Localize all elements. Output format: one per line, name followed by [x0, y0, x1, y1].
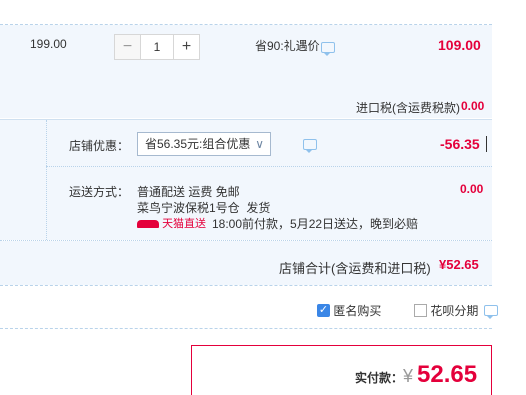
shop-total-bottom-border: [0, 285, 492, 286]
options-bottom-border: [0, 328, 492, 329]
chevron-down-icon: ∨: [255, 137, 264, 151]
shipping-value: 0.00: [460, 182, 484, 196]
shop-discount-label: 店铺优惠：: [69, 139, 130, 153]
installment-option[interactable]: 花呗分期: [414, 302, 498, 319]
message-icon[interactable]: [321, 42, 335, 56]
anonymous-purchase-option[interactable]: ✓ 匿名购买: [317, 302, 381, 319]
anonymous-checkbox[interactable]: ✓: [317, 304, 330, 317]
shop-discount-selected: 省56.35元:组合优惠: [145, 137, 251, 151]
warehouse-name: 菜鸟宁波保税1号仓: [137, 201, 240, 215]
message-icon[interactable]: [303, 139, 318, 153]
payment-amount: 52.65: [417, 361, 478, 388]
shop-total-value: ¥52.65: [439, 257, 479, 272]
quantity-stepper[interactable]: − 1 +: [114, 34, 200, 60]
shipping-label: 运送方式：: [69, 185, 130, 199]
message-icon[interactable]: [483, 305, 498, 319]
decrease-quantity-button[interactable]: −: [115, 35, 140, 59]
installment-label: 花呗分期: [430, 304, 479, 318]
tmall-direct-text: 天猫直送: [162, 218, 207, 230]
text-cursor: [486, 136, 487, 152]
shop-total-label: 店铺合计(含运费和进口税): [279, 261, 431, 276]
shop-block-left-border: [46, 120, 47, 240]
tmall-logo-icon: [137, 220, 159, 229]
shop-block-divider: [46, 166, 492, 167]
shop-discount-value: -56.35: [440, 136, 480, 152]
item-subtotal: 109.00: [438, 37, 481, 53]
installment-checkbox[interactable]: [414, 304, 427, 317]
item-discount-label: 省90:礼遇价: [255, 39, 320, 53]
delivery-promise: 18:00前付款，5月22日送达，晚到必赔: [212, 217, 419, 231]
shipping-method: 普通配送 运费 免邮: [137, 185, 240, 199]
tmall-direct-badge: 天猫直送: [137, 215, 206, 231]
payment-label: 实付款：: [355, 371, 404, 385]
unit-price: 199.00: [30, 37, 67, 51]
tax-label: 进口税(含运费税款): [356, 101, 460, 115]
warehouse-line: 菜鸟宁波保税1号仓 发货: [137, 199, 270, 216]
shop-discount-select[interactable]: 省56.35元:组合优惠 ∨: [137, 132, 271, 156]
increase-quantity-button[interactable]: +: [174, 35, 199, 59]
anonymous-label: 匿名购买: [333, 304, 382, 318]
payment-line: 实付款：¥ 52.65: [355, 361, 477, 389]
ship-label: 发货: [246, 201, 271, 215]
tax-value: 0.00: [461, 99, 485, 113]
payment-currency: ¥: [403, 366, 414, 386]
quantity-input[interactable]: 1: [140, 35, 174, 59]
